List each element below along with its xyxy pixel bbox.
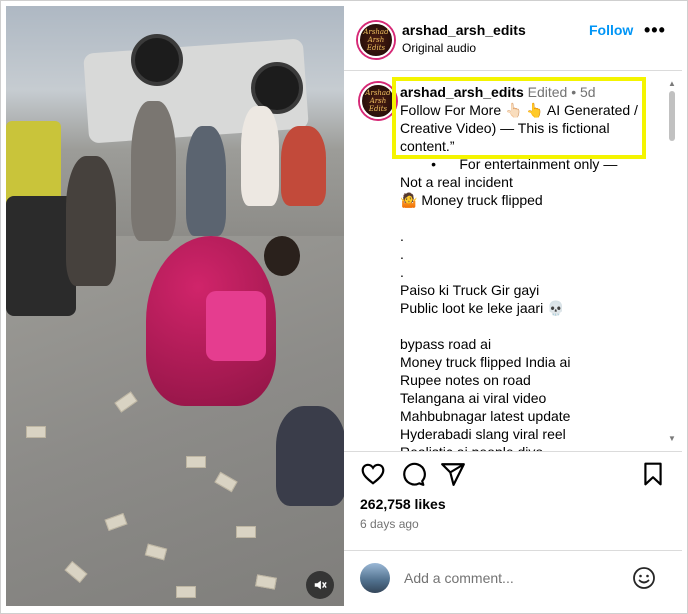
author-info: arshad_arsh_edits Original audio: [402, 22, 526, 55]
person: [241, 106, 279, 206]
scroll-thumb[interactable]: [669, 91, 675, 141]
comment-bar: Add a comment...: [344, 550, 682, 607]
comment-input[interactable]: Add a comment...: [404, 570, 514, 586]
avatar-logo-text: Arshad Arsh Edits: [365, 89, 391, 113]
audio-label[interactable]: Original audio: [402, 41, 526, 55]
pink-blouse: [206, 291, 266, 361]
caption-line: Public loot ke leke jaari 💀: [400, 300, 565, 316]
caption-line: Mahbubnagar latest update: [400, 408, 571, 424]
caption-line: Paiso ki Truck Gir gayi: [400, 282, 540, 298]
heart-icon[interactable]: [360, 461, 386, 487]
emoji-icon[interactable]: [632, 566, 656, 590]
action-bar: [344, 461, 682, 501]
author-username[interactable]: arshad_arsh_edits: [402, 22, 526, 38]
post-video[interactable]: [6, 6, 344, 606]
caption-line: Telangana ai viral video: [400, 390, 547, 406]
more-options-button[interactable]: •••: [644, 20, 666, 41]
caption-line: Hyderabadi slang viral reel: [400, 426, 566, 442]
post-details-panel: Arshad Arsh Edits arshad_arsh_edits Orig…: [344, 6, 682, 606]
bookmark-icon[interactable]: [640, 461, 666, 487]
person: [281, 126, 326, 206]
scroll-up-arrow-icon[interactable]: ▲: [668, 79, 676, 88]
like-count[interactable]: 262,758 likes: [360, 496, 446, 512]
follow-button[interactable]: Follow: [589, 22, 633, 38]
caption-line: Not a real incident: [400, 174, 513, 190]
author-avatar[interactable]: Arshad Arsh Edits: [358, 22, 394, 58]
highlight-box: [392, 77, 646, 159]
caption-scroll-area[interactable]: Arshad Arsh Edits arshad_arsh_edits Edit…: [344, 71, 682, 452]
caption-line: bypass road ai: [400, 336, 492, 352]
muted-speaker-icon: [314, 580, 327, 590]
person: [186, 126, 226, 236]
scroll-down-arrow-icon[interactable]: ▼: [668, 434, 676, 443]
person: [66, 156, 116, 286]
comment-icon[interactable]: [400, 461, 426, 487]
mute-button[interactable]: [306, 571, 334, 599]
money-note: [26, 426, 46, 438]
post-header: Arshad Arsh Edits arshad_arsh_edits Orig…: [344, 6, 682, 71]
caption-scrollbar[interactable]: ▲ ▼: [668, 79, 676, 443]
truck-wheel: [131, 34, 183, 86]
caption-line: Money truck flipped India ai: [400, 354, 571, 370]
money-note: [236, 526, 256, 538]
current-user-avatar: [360, 563, 390, 593]
money-note: [176, 586, 196, 598]
money-note: [186, 456, 206, 468]
caption-line: .: [400, 246, 404, 262]
caption-author-avatar[interactable]: Arshad Arsh Edits: [360, 83, 396, 119]
caption-line: Rupee notes on road: [400, 372, 531, 388]
caption-line: [400, 209, 665, 227]
person: [276, 406, 344, 506]
person: [131, 101, 176, 241]
caption-line: [400, 317, 665, 335]
head: [264, 236, 300, 276]
post-timestamp[interactable]: 6 days ago: [360, 517, 419, 531]
caption-line: .: [400, 264, 404, 280]
caption-line: 🤷 Money truck flipped: [400, 192, 543, 208]
caption-line: .: [400, 228, 404, 244]
share-icon[interactable]: [440, 461, 466, 487]
caption-line: Realistic ai people divo: [400, 444, 544, 452]
avatar-logo-text: Arshad Arsh Edits: [363, 28, 389, 52]
